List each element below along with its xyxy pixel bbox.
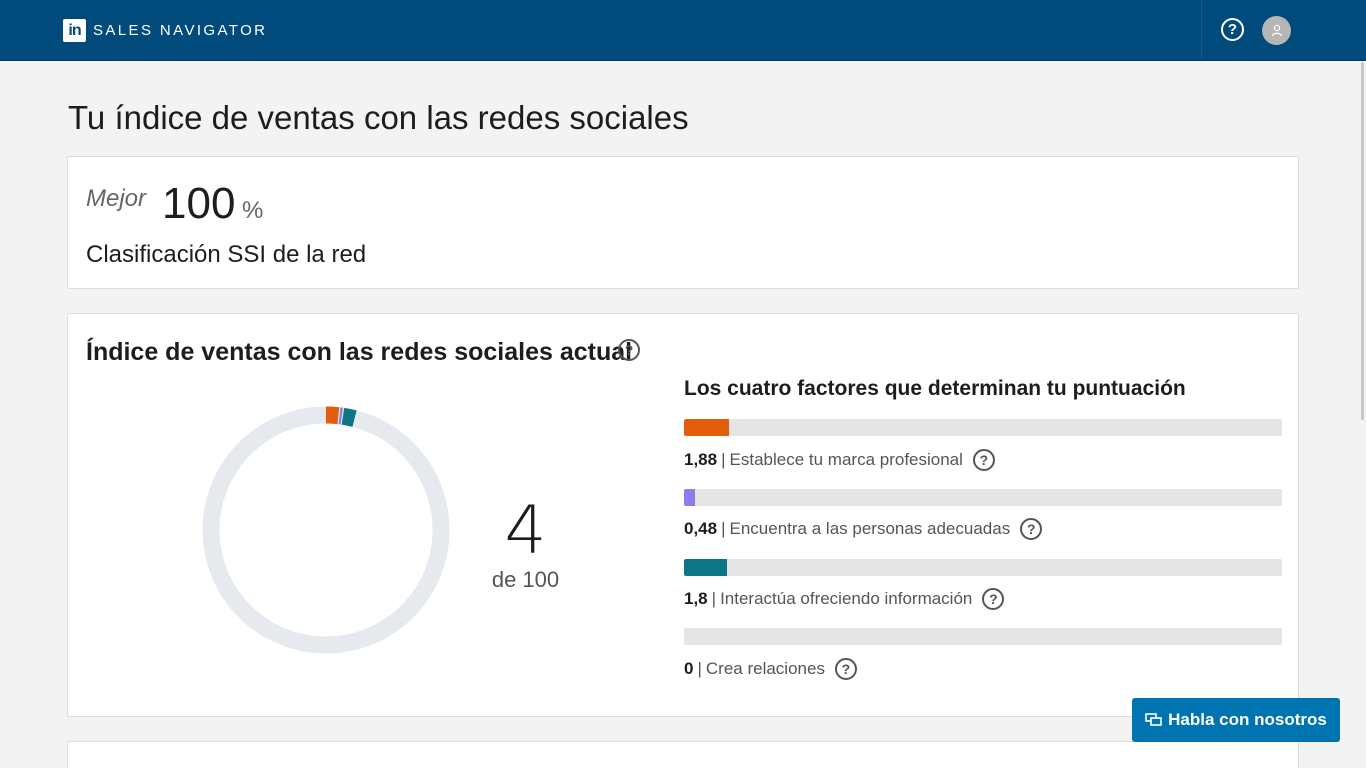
factor-separator: | (721, 450, 726, 469)
top-navigation-bar: in SALES NAVIGATOR ? (0, 0, 1366, 61)
linkedin-logo-icon: in (63, 19, 86, 42)
network-rank-card: Mejor 100 % Clasificación SSI de la red (67, 156, 1299, 289)
factor-fill-insights (684, 559, 728, 576)
factor-help-icon[interactable]: ? (982, 588, 1005, 610)
factor-help-icon[interactable]: ? (834, 658, 857, 680)
factor-separator: | (697, 659, 702, 678)
next-card (67, 741, 1299, 768)
ssi-card: Índice de ventas con las redes sociales … (67, 313, 1299, 717)
percent-unit: % (242, 197, 264, 224)
factor-insights: 1,8 | Interactúa ofreciendo información … (684, 588, 1005, 610)
chat-button-label: Habla con nosotros (1168, 710, 1327, 729)
factors-title: Los cuatro factores que determinan tu pu… (684, 377, 1186, 400)
factor-fill-people (684, 489, 696, 506)
ssi-score: 4 (504, 492, 547, 569)
brand-name: SALES NAVIGATOR (93, 22, 268, 39)
person-icon (1271, 24, 1282, 37)
factor-value: 0,48 (684, 519, 718, 538)
best-rank-value: 100 (162, 179, 236, 228)
factor-label: Establece tu marca profesional (729, 450, 963, 469)
factor-relationships: 0 | Crea relaciones ? (684, 658, 857, 680)
help-icon[interactable]: ? (1221, 18, 1244, 41)
chat-button[interactable]: Habla con nosotros (1132, 698, 1340, 742)
factor-bar-brand (684, 419, 1282, 436)
factor-bar-insights (684, 559, 1282, 576)
factor-people: 0,48 | Encuentra a las personas adecuada… (684, 518, 1043, 540)
brand[interactable]: in SALES NAVIGATOR (63, 19, 267, 42)
donut-track (202, 406, 450, 654)
factor-fill-brand (684, 419, 729, 436)
best-label: Mejor (86, 185, 147, 212)
ssi-score-max: de 100 (491, 567, 560, 592)
factor-bar-people (684, 489, 1282, 506)
network-rank-label: Clasificación SSI de la red (86, 241, 367, 268)
factor-separator: | (721, 519, 726, 538)
page-title: Tu índice de ventas con las redes social… (68, 99, 689, 136)
factor-label: Crea relaciones (705, 659, 825, 678)
avatar[interactable] (1262, 16, 1291, 45)
factor-help-icon[interactable]: ? (1020, 518, 1043, 540)
factor-label: Interactúa ofreciendo información (720, 589, 973, 608)
scrollbar-thumb[interactable] (1361, 62, 1364, 420)
factor-separator: | (711, 589, 717, 608)
header-divider (1201, 0, 1202, 60)
factor-value: 1,88 (684, 450, 718, 469)
factor-help-icon[interactable]: ? (972, 449, 995, 471)
factor-label: Encuentra a las personas adecuadas (729, 519, 1011, 538)
factor-brand: 1,88 | Establece tu marca profesional ? (684, 449, 995, 471)
ssi-help-icon[interactable]: ? (618, 339, 640, 361)
ssi-donut-chart (202, 406, 450, 654)
factor-value: 1,8 (684, 589, 708, 608)
ssi-title: Índice de ventas con las redes sociales … (86, 338, 633, 366)
chat-icon (1145, 712, 1162, 726)
factor-value: 0 (684, 659, 694, 678)
factor-bar-relationships (684, 628, 1282, 645)
